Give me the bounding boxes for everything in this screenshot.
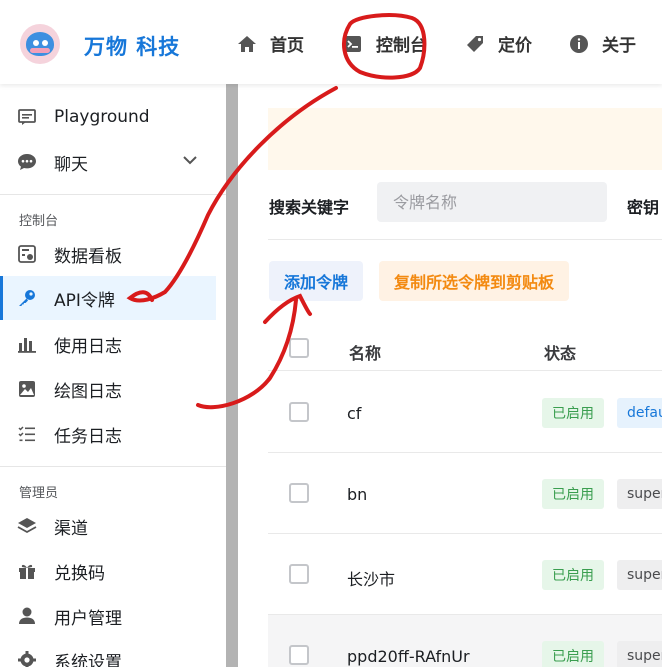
sidebar-item-label: 任务日志 [54,426,122,447]
table-row[interactable]: bn 已启用 super [268,453,662,534]
sidebar-item-playground[interactable]: Playground [0,95,216,139]
sidebar-item-label: 用户管理 [54,608,122,629]
status-badge: 已启用 [542,641,604,667]
nav-home[interactable]: 首页 [236,31,304,56]
copy-selected-tokens-button[interactable]: 复制所选令牌到剪贴板 [379,261,570,301]
price-tag-icon [464,33,486,55]
nav-about[interactable]: 关于 [568,31,636,56]
nav-console[interactable]: 控制台 [342,31,427,56]
column-header-name[interactable]: 名称 [349,340,381,364]
notice-banner [268,108,662,170]
info-icon [568,33,590,55]
section-label-admin: 管理员 [19,486,59,501]
sidebar-item-label: 使用日志 [54,336,122,357]
divider [268,239,662,240]
select-all-checkbox[interactable] [289,338,309,358]
token-name: bn [347,485,368,504]
group-badge: super [617,479,662,509]
table-row[interactable]: cf 已启用 default [268,372,662,453]
sidebar-item-label: 兑换码 [54,563,105,584]
sidebar-item-api-tokens[interactable]: API令牌 [0,276,216,320]
sidebar-item-task-logs[interactable]: 任务日志 [0,412,216,456]
image-icon [16,378,38,400]
user-icon [16,605,38,627]
layers-icon [16,515,38,537]
key-search-label: 密钥 [627,198,660,217]
settings-icon [16,649,38,667]
table-row[interactable]: 长沙市 已启用 super [268,534,662,615]
nav-console-label: 控制台 [376,36,427,56]
sidebar-item-label: API令牌 [54,290,115,311]
section-label-console: 控制台 [19,214,59,229]
sidebar-item-label: 绘图日志 [54,381,122,402]
status-badge: 已启用 [542,398,604,428]
sidebar-item-user-management[interactable]: 用户管理 [0,594,216,638]
token-name: ppd20ff-RAfnUr [347,647,470,666]
sidebar-item-label: 数据看板 [54,246,122,267]
dashboard-icon [16,243,38,265]
sidebar-item-label: 聊天 [54,154,88,175]
nav-home-label: 首页 [270,36,304,56]
table-row[interactable]: ppd20ff-RAfnUr 已启用 super [268,615,662,667]
group-badge: super [617,641,662,667]
main-content: 搜索关键字 密钥 添加令牌 复制所选令牌到剪贴板 名称 状态 cf 已启用 de… [238,84,662,667]
sidebar-scrollbar[interactable] [226,84,238,667]
bar-chart-icon [16,333,38,355]
key-icon [16,287,38,309]
token-name-search-input[interactable] [377,182,607,222]
row-checkbox[interactable] [289,402,309,422]
sidebar: Playground 聊天 控制台 数据看板 API令牌 使用日志 绘图日志 任… [0,84,226,667]
column-header-status[interactable]: 状态 [544,340,576,364]
add-token-button[interactable]: 添加令牌 [269,261,364,301]
status-badge: 已启用 [542,560,604,590]
sidebar-item-dashboard[interactable]: 数据看板 [0,232,216,276]
top-header: 万物 科技 首页 控制台 定价 关于 [0,0,662,84]
nav-pricing[interactable]: 定价 [464,31,532,56]
checklist-icon [16,423,38,445]
divider [0,194,226,195]
sidebar-item-system-settings[interactable]: 系统设置 [0,638,216,667]
divider [268,370,662,371]
row-checkbox[interactable] [289,645,309,665]
sidebar-item-chat[interactable]: 聊天 [0,140,216,184]
sidebar-item-redeem-codes[interactable]: 兑换码 [0,549,216,593]
sidebar-item-label: 系统设置 [54,652,122,667]
chat-icon [16,151,38,173]
row-checkbox[interactable] [289,564,309,584]
chevron-down-icon[interactable] [182,152,198,173]
brand-name[interactable]: 万物 科技 [84,31,180,61]
nav-about-label: 关于 [602,36,636,56]
sidebar-item-label: 渠道 [54,518,88,539]
nav-pricing-label: 定价 [498,36,532,56]
token-name: cf [347,404,362,423]
sidebar-item-channels[interactable]: 渠道 [0,504,216,548]
terminal-icon [342,33,364,55]
token-name: 长沙市 [347,570,396,589]
sidebar-item-drawing-logs[interactable]: 绘图日志 [0,367,216,411]
home-icon [236,33,258,55]
playground-icon [16,106,38,128]
row-checkbox[interactable] [289,483,309,503]
sidebar-item-usage-logs[interactable]: 使用日志 [0,322,216,366]
group-badge: super [617,560,662,590]
gift-icon [16,560,38,582]
status-badge: 已启用 [542,479,604,509]
sidebar-item-label: Playground [54,107,150,127]
logo-icon[interactable] [20,24,60,64]
group-badge: default [617,398,662,428]
search-label: 搜索关键字 [269,198,350,217]
divider [0,466,226,467]
